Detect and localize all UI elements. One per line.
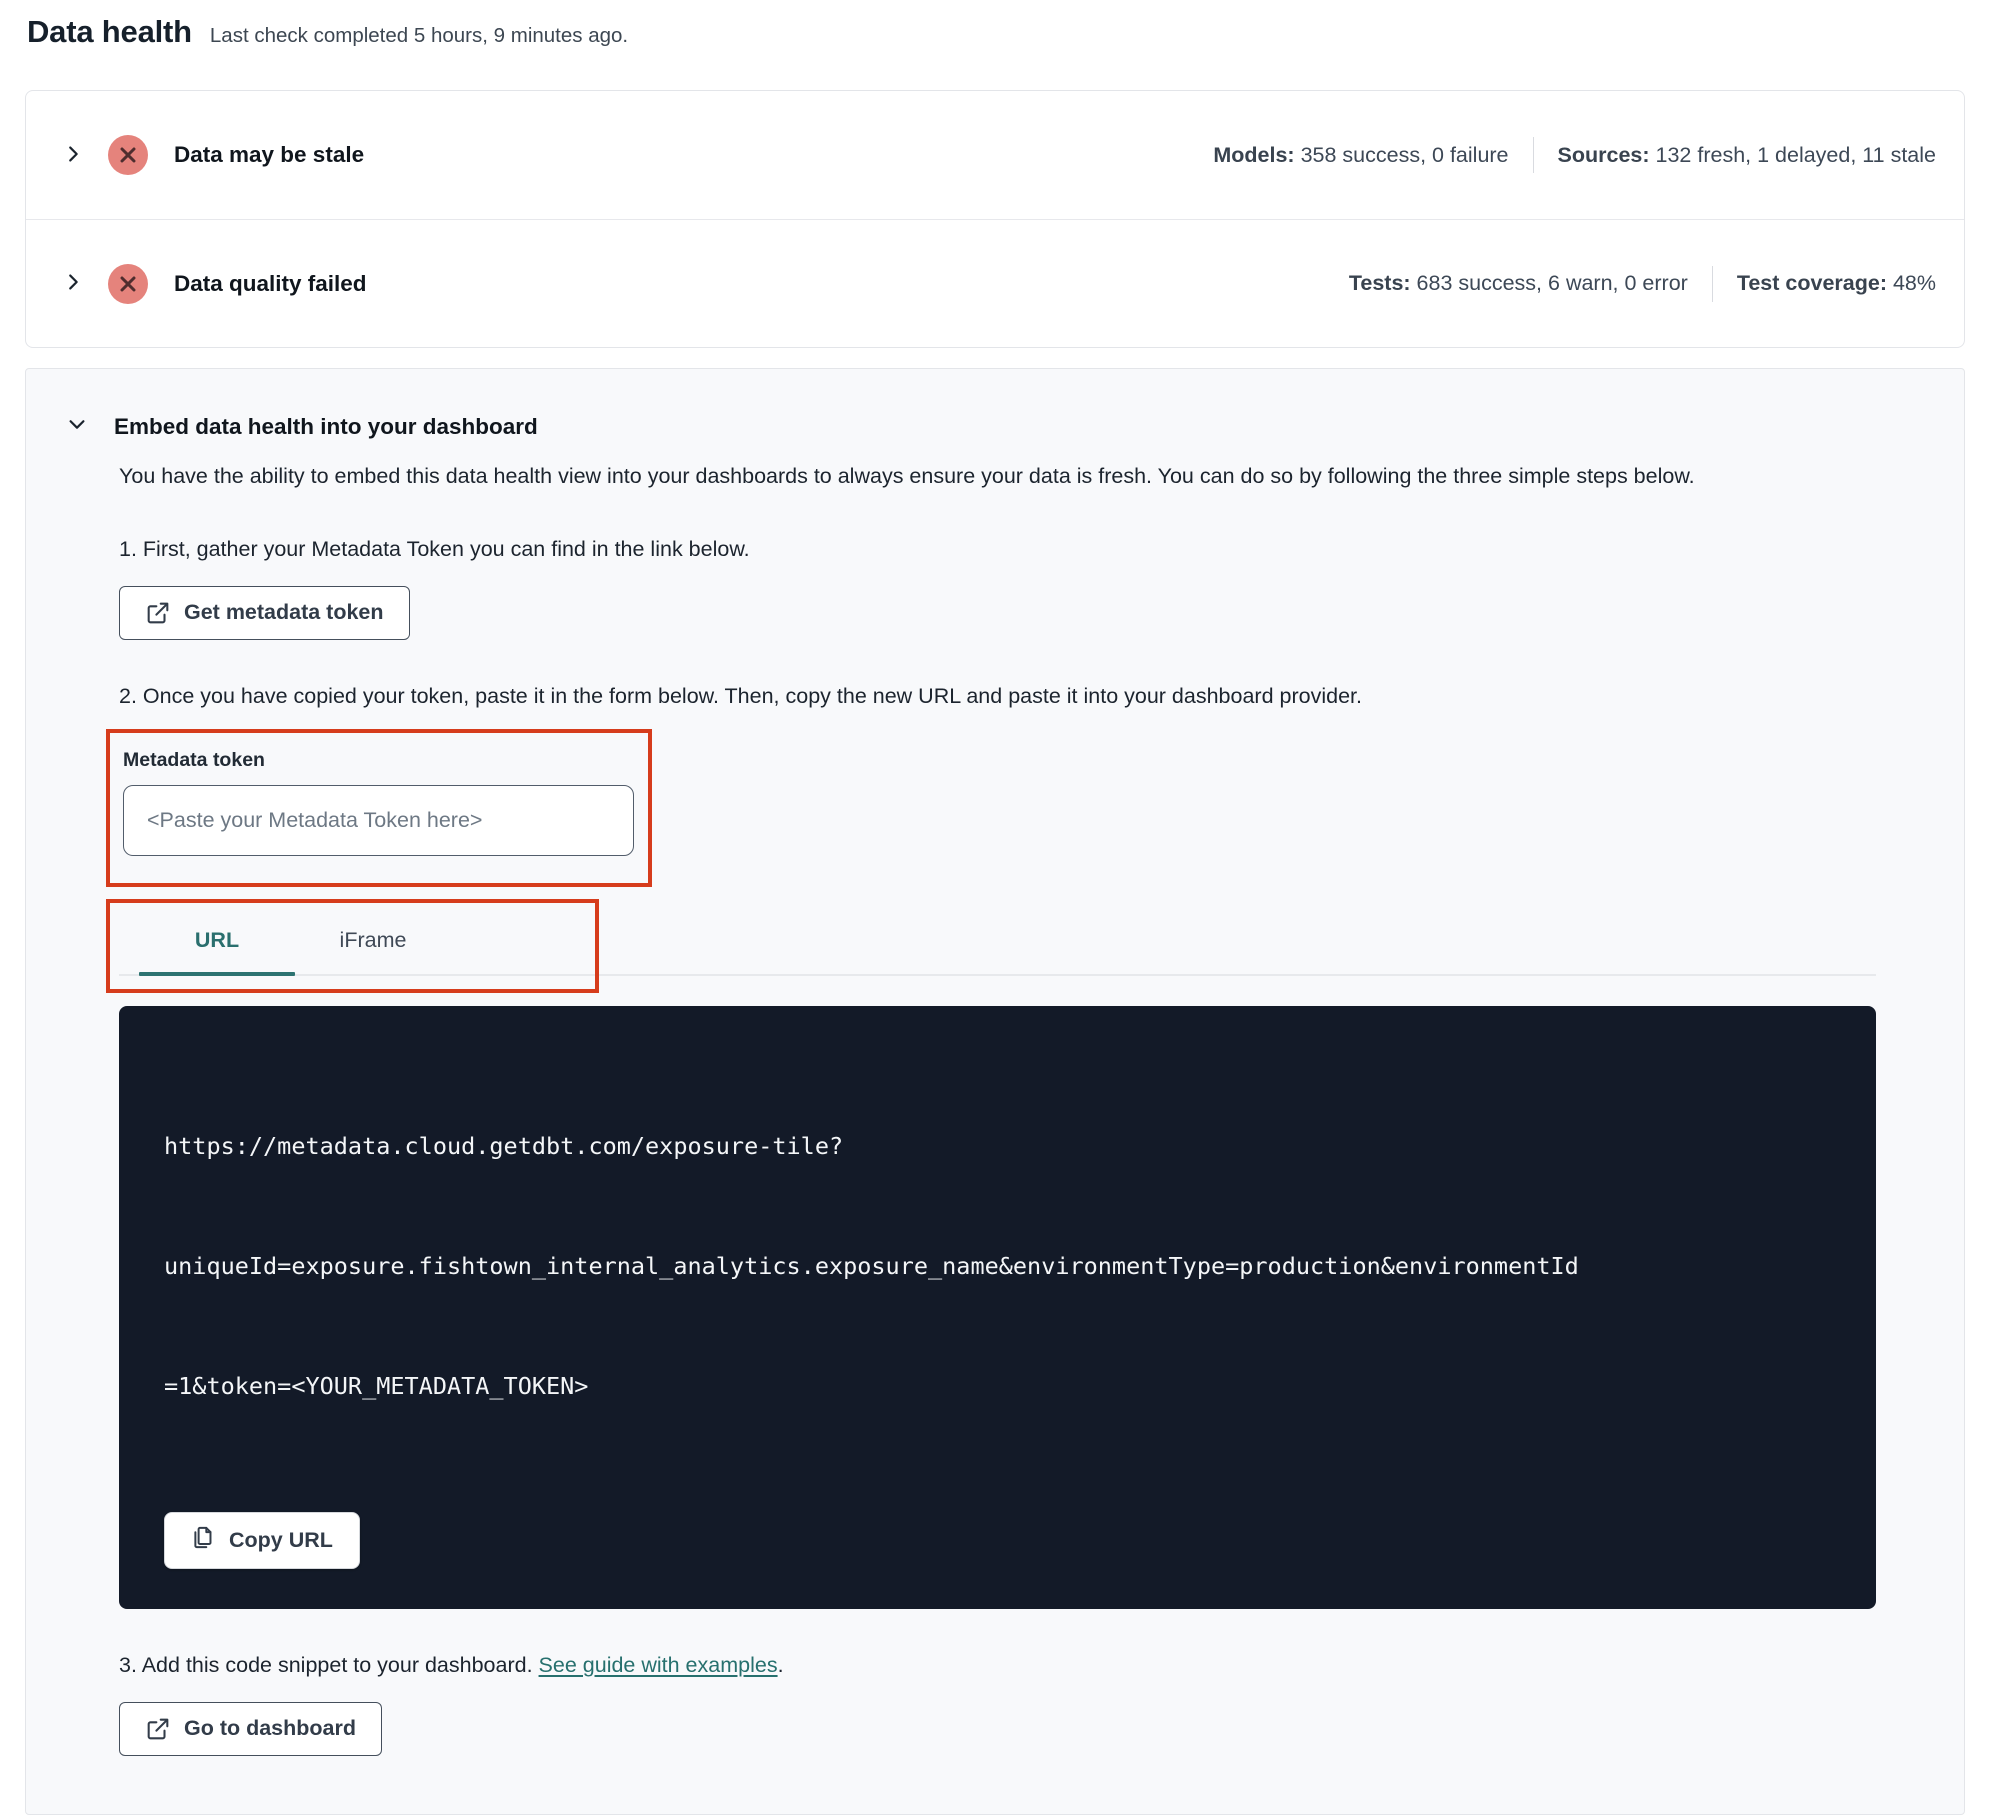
expand-quality-button[interactable] <box>62 271 84 296</box>
embed-panel-header[interactable]: Embed data health into your dashboard <box>26 369 1964 440</box>
embed-panel-body: You have the ability to embed this data … <box>26 460 1964 1756</box>
embed-url-code-block: https://metadata.cloud.getdbt.com/exposu… <box>119 1005 1876 1609</box>
embed-description: You have the ability to embed this data … <box>119 464 1695 488</box>
tests-stat-label: Tests: <box>1348 271 1411 295</box>
chevron-right-icon <box>62 143 84 168</box>
expand-stale-button[interactable] <box>62 143 84 168</box>
status-title: Data quality failed <box>174 270 367 296</box>
embed-format-tabs: URL iFrame <box>106 898 1894 993</box>
guide-link[interactable]: See guide with examples <box>539 1653 778 1677</box>
embed-url-line: https://metadata.cloud.getdbt.com/exposu… <box>164 1131 844 1160</box>
go-to-dashboard-button[interactable]: Go to dashboard <box>119 1701 382 1756</box>
embed-url-text: https://metadata.cloud.getdbt.com/exposu… <box>164 1046 1831 1486</box>
get-metadata-token-label: Get metadata token <box>184 600 384 625</box>
status-row-quality: Data quality failed Tests: 683 success, … <box>26 219 1964 347</box>
coverage-stat: Test coverage: 48% <box>1737 271 1936 296</box>
tests-stat-value: 683 success, 6 warn, 0 error <box>1410 271 1688 295</box>
get-metadata-token-button[interactable]: Get metadata token <box>119 585 410 640</box>
status-row-stale: Data may be stale Models: 358 success, 0… <box>26 91 1964 219</box>
status-stats: Tests: 683 success, 6 warn, 0 error Test… <box>1349 265 1936 302</box>
coverage-stat-label: Test coverage: <box>1736 271 1887 295</box>
models-stat: Models: 358 success, 0 failure <box>1213 143 1508 168</box>
sources-stat-label: Sources: <box>1557 142 1650 167</box>
page-title: Data health <box>27 14 192 49</box>
step-1-text: 1. First, gather your Metadata Token you… <box>119 536 750 561</box>
step-3-prefix: 3. Add this code snippet to your dashboa… <box>119 1652 539 1677</box>
status-title: Data may be stale <box>174 142 365 167</box>
sources-stat: Sources: 132 fresh, 1 delayed, 11 stale <box>1558 143 1936 168</box>
external-link-icon <box>145 1716 171 1742</box>
tab-iframe[interactable]: iFrame <box>295 911 451 974</box>
sources-stat-value: 132 fresh, 1 delayed, 11 stale <box>1649 142 1937 167</box>
metadata-token-label: Metadata token <box>123 748 265 771</box>
embed-url-line: =1&token=<YOUR_METADATA_TOKEN> <box>164 1371 589 1400</box>
embed-url-line: uniqueId=exposure.fishtown_internal_anal… <box>164 1251 1579 1280</box>
external-link-icon <box>145 600 171 626</box>
copy-url-button[interactable]: Copy URL <box>164 1511 360 1569</box>
step-3-suffix: . <box>777 1652 784 1677</box>
data-health-page: Data health Last check completed 5 hours… <box>0 0 1990 1815</box>
coverage-stat-value: 48% <box>1886 271 1936 295</box>
last-check-status: Last check completed 5 hours, 9 minutes … <box>209 24 629 47</box>
go-to-dashboard-label: Go to dashboard <box>184 1716 356 1741</box>
step-3-text: 3. Add this code snippet to your dashboa… <box>119 1653 1894 1678</box>
embed-panel-title: Embed data health into your dashboard <box>114 413 538 439</box>
chevron-right-icon <box>62 271 84 296</box>
copy-icon <box>191 1525 216 1556</box>
chevron-down-icon <box>66 413 88 440</box>
metadata-token-highlight-box: Metadata token <box>106 728 652 887</box>
embed-panel: Embed data health into your dashboard Yo… <box>25 368 1965 1815</box>
stat-divider <box>1711 265 1713 302</box>
tab-row: URL iFrame <box>119 911 1876 976</box>
tab-url[interactable]: URL <box>139 911 295 976</box>
error-status-icon <box>108 263 148 304</box>
models-stat-value: 358 success, 0 failure <box>1294 142 1509 167</box>
models-stat-label: Models: <box>1213 142 1295 167</box>
tests-stat: Tests: 683 success, 6 warn, 0 error <box>1349 271 1688 296</box>
step-2-text: 2. Once you have copied your token, past… <box>119 683 1362 708</box>
status-card: Data may be stale Models: 358 success, 0… <box>25 90 1965 348</box>
status-stats: Models: 358 success, 0 failure Sources: … <box>1213 137 1936 173</box>
metadata-token-input[interactable] <box>123 784 634 856</box>
copy-url-label: Copy URL <box>229 1527 333 1552</box>
page-header: Data health Last check completed 5 hours… <box>27 14 1965 50</box>
stat-divider <box>1532 137 1534 173</box>
error-status-icon <box>108 135 148 175</box>
